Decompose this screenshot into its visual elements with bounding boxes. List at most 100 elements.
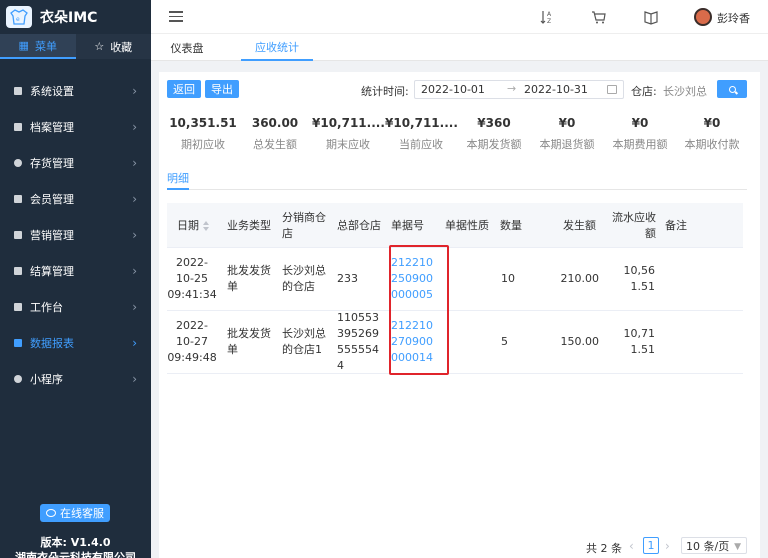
tab-dashboard[interactable]: 仪表盘 [159, 34, 215, 61]
detail-table: 日期 业务类型 分销商仓店 总部仓店 单据号 单据性质 数量 发生额 流水应收额… [167, 203, 743, 375]
cell-flow: 10,711.51 [623, 327, 656, 356]
avatar[interactable] [694, 8, 712, 26]
cell-distributor: 长沙刘总的仓店 [282, 264, 326, 293]
sidebar-tab-menu[interactable]: ▦ 菜单 [0, 34, 76, 59]
sort-icon[interactable] [203, 220, 209, 231]
date-range-picker[interactable]: 2022-10-01 → 2022-10-31 [414, 80, 624, 99]
tab-detail[interactable]: 明细 [167, 170, 189, 186]
chevron-right-icon: › [132, 228, 137, 242]
sidebar-item-workbench[interactable]: 工作台 › [0, 289, 151, 325]
grid-icon: ▦ [18, 39, 29, 52]
sidebar-item-label: 营销管理 [30, 229, 74, 242]
chevron-right-icon: › [132, 372, 137, 386]
svg-text:Z: Z [547, 18, 551, 25]
sidebar-item-label: 结算管理 [30, 265, 74, 278]
summary-value: 360.00 [251, 116, 299, 130]
search-button[interactable] [717, 80, 747, 98]
warehouse-select[interactable]: 长沙刘总 [663, 83, 707, 99]
page-size-select[interactable]: 10 条/页 ▼ [681, 537, 747, 554]
summary-item: 10,351.51 期初应收 [167, 116, 239, 152]
chevron-left-icon[interactable]: ‹ [629, 539, 634, 553]
back-button-label: 返回 [173, 83, 195, 96]
pagination-total: 共 2 条 [586, 542, 622, 555]
summary-value: ¥10,711.... [312, 116, 384, 130]
chevron-right-icon: › [132, 264, 137, 278]
column-header-biz-type: 业务类型 [227, 218, 271, 232]
cell-qty: 5 [501, 335, 508, 348]
brand: e 衣朵IMC [0, 0, 151, 34]
table-row: 2022-10-27 09:49:48 批发发货单 长沙刘总的仓店1 11055… [167, 311, 743, 374]
company-text: 湖南衣朵云科技有限公司 [15, 551, 136, 558]
cell-doc-nature [445, 248, 495, 310]
column-header-doc-nature: 单据性质 [445, 218, 489, 232]
svg-text:e: e [16, 16, 20, 23]
column-header-qty: 数量 [500, 218, 522, 232]
summary-item: ¥10,711.... 期末应收 [312, 116, 384, 152]
export-button[interactable]: 导出 [205, 80, 239, 98]
summary-value: ¥360 [477, 116, 511, 130]
sidebar-item-label: 系统设置 [30, 85, 74, 98]
sidebar-item-miniprogram[interactable]: 小程序 › [0, 361, 151, 397]
sidebar-item-marketing[interactable]: 营销管理 › [0, 217, 151, 253]
tab-receivables[interactable]: 应收统计 [241, 34, 313, 61]
summary-item: ¥360 本期发货额 [458, 116, 530, 152]
chevron-right-icon: › [132, 156, 137, 170]
cell-qty: 10 [501, 272, 515, 285]
column-header-date[interactable]: 日期 [177, 203, 217, 248]
topbar: AZ 彭玲香 [151, 0, 768, 34]
sidebar-item-label: 档案管理 [30, 121, 74, 134]
cell-remark [665, 248, 695, 310]
online-service-label: 在线客服 [60, 507, 104, 520]
sidebar-item-inventory[interactable]: 存货管理 › [0, 145, 151, 181]
cart-icon[interactable] [591, 9, 607, 25]
tab-underline [167, 188, 189, 190]
sidebar-tab-label: 菜单 [34, 39, 57, 53]
arrow-right-icon: → [507, 82, 517, 95]
tab-label: 仪表盘 [170, 41, 204, 55]
summary-label: 当前应收 [399, 138, 443, 151]
date-start: 2022-10-01 [421, 83, 485, 96]
chevron-down-icon: ▼ [734, 542, 741, 552]
settings-icon [14, 87, 22, 95]
cell-biz-type: 批发发货单 [227, 264, 271, 293]
cell-date: 2022-10-25 09:41:34 [167, 256, 217, 301]
online-service-button[interactable]: 在线客服 [40, 504, 110, 522]
summary-label: 总发生额 [253, 138, 297, 151]
book-icon[interactable] [643, 9, 659, 25]
sidebar-item-members[interactable]: 会员管理 › [0, 181, 151, 217]
chevron-right-icon: › [132, 84, 137, 98]
cell-distributor: 长沙刘总的仓店1 [282, 327, 326, 356]
pagination-page-current[interactable]: 1 [643, 537, 659, 554]
sidebar-item-label: 数据报表 [30, 337, 74, 350]
sidebar-item-label: 工作台 [30, 301, 63, 314]
collapse-menu-icon[interactable] [169, 11, 183, 23]
sidebar-item-label: 小程序 [30, 373, 63, 386]
sidebar-item-archives[interactable]: 档案管理 › [0, 109, 151, 145]
cell-date: 2022-10-27 09:49:48 [167, 319, 217, 364]
highlight-box [389, 245, 449, 375]
summary-item: ¥0 本期收付款 [676, 116, 748, 152]
sidebar-item-settlement[interactable]: 结算管理 › [0, 253, 151, 289]
sidebar-item-label: 会员管理 [30, 193, 74, 206]
summary-value: ¥0 [631, 116, 649, 130]
stat-time-label: 统计时间: [361, 85, 409, 98]
column-header-doc-no: 单据号 [391, 218, 424, 232]
summary-stats: 10,351.51 期初应收 360.00 总发生额 ¥10,711.... 期… [159, 116, 760, 156]
chevron-right-icon: › [132, 192, 137, 206]
sidebar-tab-favorites[interactable]: ☆ 收藏 [76, 34, 152, 59]
sidebar-item-reports[interactable]: 数据报表 › [0, 325, 151, 361]
column-header-remark: 备注 [665, 218, 687, 232]
miniprogram-icon [14, 375, 22, 383]
summary-item: ¥0 本期退货额 [531, 116, 603, 152]
sidebar-item-system-settings[interactable]: 系统设置 › [0, 73, 151, 109]
sidebar-menu: 系统设置 › 档案管理 › 存货管理 › 会员管理 › 营销管理 › 结算管理 … [0, 73, 151, 397]
sort-az-icon[interactable]: AZ [539, 9, 555, 25]
logo-icon: e [6, 6, 32, 28]
username[interactable]: 彭玲香 [717, 10, 750, 26]
member-icon [14, 195, 22, 203]
back-button[interactable]: 返回 [167, 80, 201, 98]
report-icon [14, 339, 22, 347]
table-row: 2022-10-25 09:41:34 批发发货单 长沙刘总的仓店 233 21… [167, 248, 743, 311]
column-header-amount: 发生额 [563, 218, 596, 232]
chevron-right-icon[interactable]: › [665, 539, 670, 553]
